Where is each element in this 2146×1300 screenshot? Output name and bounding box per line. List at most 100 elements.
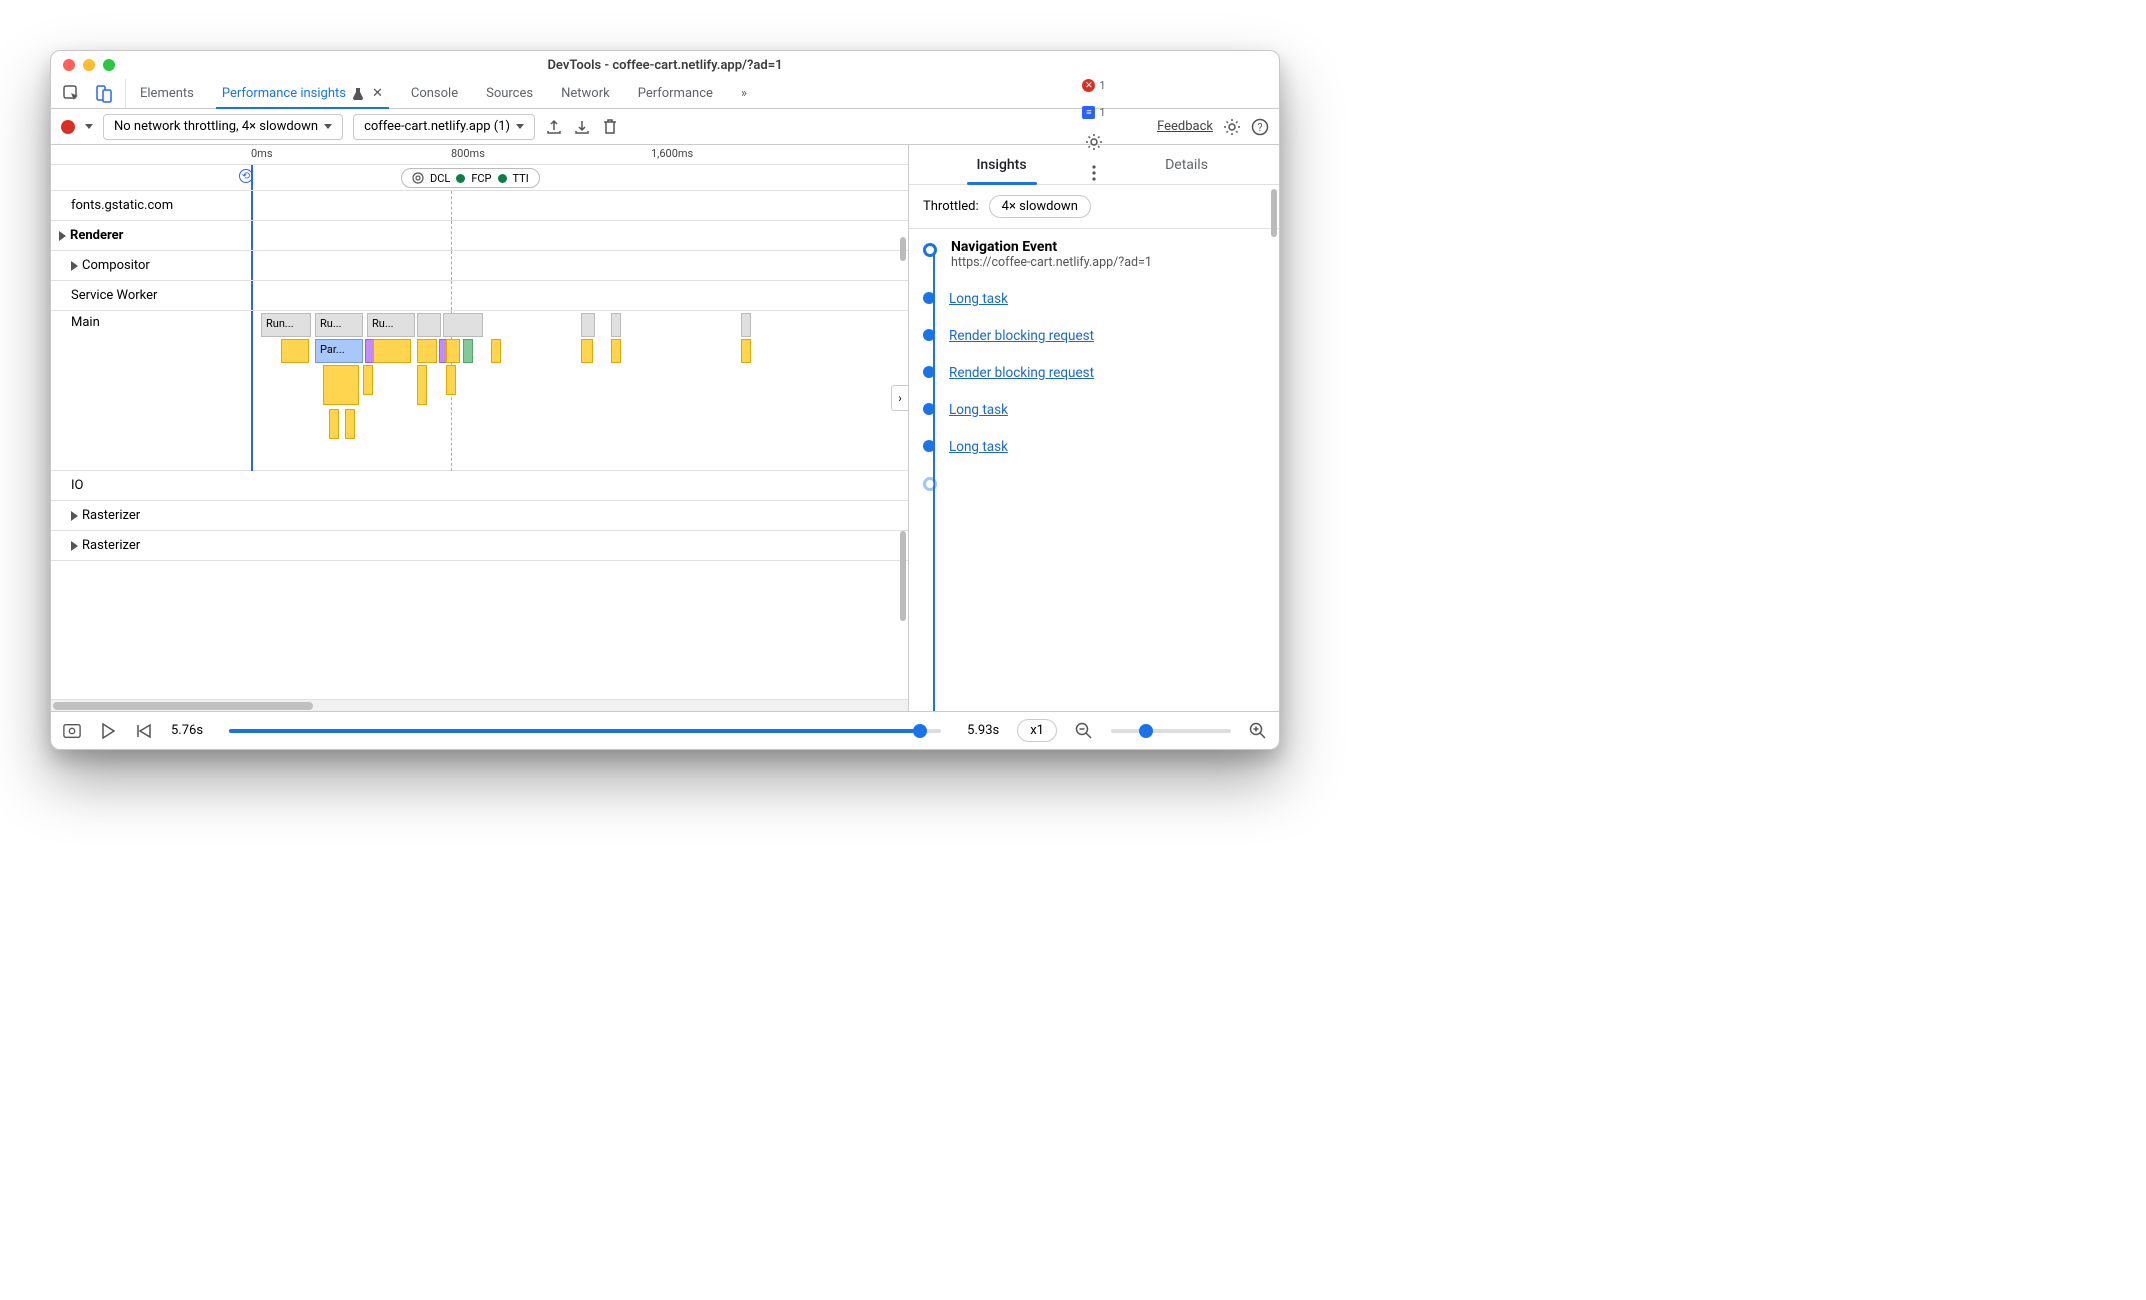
feedback-link[interactable]: Feedback	[1157, 119, 1213, 134]
track-rasterizer-2[interactable]: Rasterizer	[51, 531, 908, 561]
play-button[interactable]	[99, 722, 117, 740]
rewind-to-start-button[interactable]	[135, 722, 153, 740]
error-icon: ✕	[1082, 79, 1095, 92]
insight-item[interactable]: Render blocking request	[923, 362, 1265, 381]
timeline-horizontal-scrollbar[interactable]	[51, 699, 908, 711]
insight-item[interactable]: Long task	[923, 436, 1265, 455]
zoom-slider[interactable]	[1111, 729, 1231, 733]
tab-performance[interactable]: Performance	[624, 79, 727, 108]
timing-markers-pill[interactable]: DCL FCP TTI	[401, 168, 540, 188]
panel-tabs: Elements Performance insights ✕ Console …	[51, 79, 1279, 109]
insights-tabs: Insights Details	[909, 145, 1279, 185]
flask-icon	[352, 87, 364, 101]
flame-block[interactable]	[345, 409, 355, 439]
zoom-in-icon[interactable]	[1249, 722, 1267, 740]
insight-item[interactable]: Long task	[923, 399, 1265, 418]
flame-task[interactable]	[581, 313, 595, 337]
insight-item[interactable]: Long task	[923, 288, 1265, 307]
flame-block[interactable]	[373, 339, 411, 363]
tab-performance-insights[interactable]: Performance insights ✕	[208, 79, 397, 108]
playback-slider[interactable]	[229, 729, 941, 733]
minimize-window-button[interactable]	[83, 59, 95, 71]
tab-console[interactable]: Console	[397, 79, 472, 108]
tab-network[interactable]: Network	[547, 79, 624, 108]
flame-parse[interactable]: Par...	[315, 339, 363, 363]
collapse-sidebar-button[interactable]: ›	[891, 385, 909, 411]
chevron-down-icon	[516, 124, 524, 129]
inspect-element-icon[interactable]	[63, 85, 81, 103]
flame-block[interactable]	[281, 339, 309, 363]
flame-task[interactable]: Ru...	[367, 313, 415, 337]
flame-block[interactable]	[446, 365, 456, 395]
import-icon[interactable]	[573, 118, 591, 136]
flame-block[interactable]	[491, 339, 501, 363]
speed-selector[interactable]: x1	[1017, 719, 1057, 742]
flame-block[interactable]	[329, 409, 339, 439]
track-service-worker: Service Worker	[51, 281, 908, 311]
main-flame-lane[interactable]: Run... Ru... Ru... Par...	[251, 311, 908, 471]
flame-task[interactable]	[741, 313, 751, 337]
insight-link[interactable]: Long task	[949, 439, 1008, 455]
flame-task[interactable]: Ru...	[315, 313, 363, 337]
export-icon[interactable]	[545, 118, 563, 136]
screenshot-toggle-icon[interactable]	[63, 722, 81, 740]
svg-text:?: ?	[1257, 121, 1262, 134]
insight-link[interactable]: Long task	[949, 291, 1008, 307]
flame-task[interactable]	[443, 313, 483, 337]
playhead-handle-icon[interactable]: ⟲	[239, 169, 253, 183]
page-select[interactable]: coffee-cart.netlify.app (1)	[353, 114, 535, 140]
insight-navigation-event[interactable]: Navigation Event https://coffee-cart.net…	[923, 239, 1265, 270]
device-toolbar-icon[interactable]	[95, 85, 113, 103]
flame-block[interactable]	[417, 365, 427, 405]
tab-elements[interactable]: Elements	[126, 79, 208, 108]
insight-link[interactable]: Render blocking request	[949, 328, 1094, 344]
close-tab-icon[interactable]: ✕	[372, 86, 383, 101]
flame-block[interactable]	[611, 339, 621, 363]
flame-block[interactable]	[463, 339, 473, 363]
tabs-overflow[interactable]: »	[727, 79, 761, 108]
flame-block[interactable]	[323, 365, 359, 405]
flame-block[interactable]	[417, 339, 437, 363]
delete-icon[interactable]	[601, 118, 619, 136]
track-rast-label-2: Rasterizer	[82, 538, 140, 553]
record-options-dropdown[interactable]	[85, 124, 93, 129]
flame-task[interactable]: Run...	[261, 313, 311, 337]
main-split: 0ms 800ms 1,600ms ⟲ DCL FCP TTI	[51, 145, 1279, 711]
flame-block[interactable]	[741, 339, 751, 363]
flame-block[interactable]	[363, 365, 373, 395]
zoom-knob[interactable]	[1139, 724, 1153, 738]
record-button[interactable]	[61, 120, 75, 134]
ruler-tick-1: 800ms	[451, 147, 485, 160]
devtools-window: DevTools - coffee-cart.netlify.app/?ad=1…	[50, 50, 1280, 750]
tab-details[interactable]: Details	[1094, 145, 1279, 184]
throttle-status-row: Throttled: 4× slowdown	[909, 185, 1279, 229]
slider-knob[interactable]	[913, 724, 927, 738]
throttling-select[interactable]: No network throttling, 4× slowdown	[103, 114, 343, 140]
insight-link[interactable]: Long task	[949, 402, 1008, 418]
flame-task[interactable]	[611, 313, 621, 337]
insight-link[interactable]: Render blocking request	[949, 365, 1094, 381]
track-row: fonts.gstatic.com	[51, 191, 908, 221]
flame-block[interactable]	[581, 339, 593, 363]
help-icon[interactable]: ?	[1251, 118, 1269, 136]
time-ruler[interactable]: 0ms 800ms 1,600ms	[51, 145, 908, 165]
track-renderer-header[interactable]: Renderer	[51, 221, 908, 251]
panel-settings-gear-icon[interactable]	[1223, 118, 1241, 136]
message-count-badge[interactable]: ≡ 1	[1082, 106, 1105, 119]
zoom-out-icon[interactable]	[1075, 722, 1093, 740]
maximize-window-button[interactable]	[103, 59, 115, 71]
close-window-button[interactable]	[63, 59, 75, 71]
flame-block[interactable]	[446, 339, 460, 363]
playback-bar: 5.76s 5.93s x1	[51, 711, 1279, 749]
track-rasterizer-1[interactable]: Rasterizer	[51, 501, 908, 531]
insight-item[interactable]: Render blocking request	[923, 325, 1265, 344]
track-io-label: IO	[51, 478, 251, 493]
flame-task[interactable]	[417, 313, 441, 337]
error-count-badge[interactable]: ✕ 1	[1082, 79, 1105, 92]
timeline-node-icon	[923, 292, 935, 304]
track-compositor-header[interactable]: Compositor	[51, 251, 908, 281]
tab-sources[interactable]: Sources	[472, 79, 547, 108]
throttled-value-pill[interactable]: 4× slowdown	[989, 195, 1091, 218]
disclosure-icon	[71, 511, 78, 521]
tab-insights[interactable]: Insights	[909, 145, 1094, 184]
